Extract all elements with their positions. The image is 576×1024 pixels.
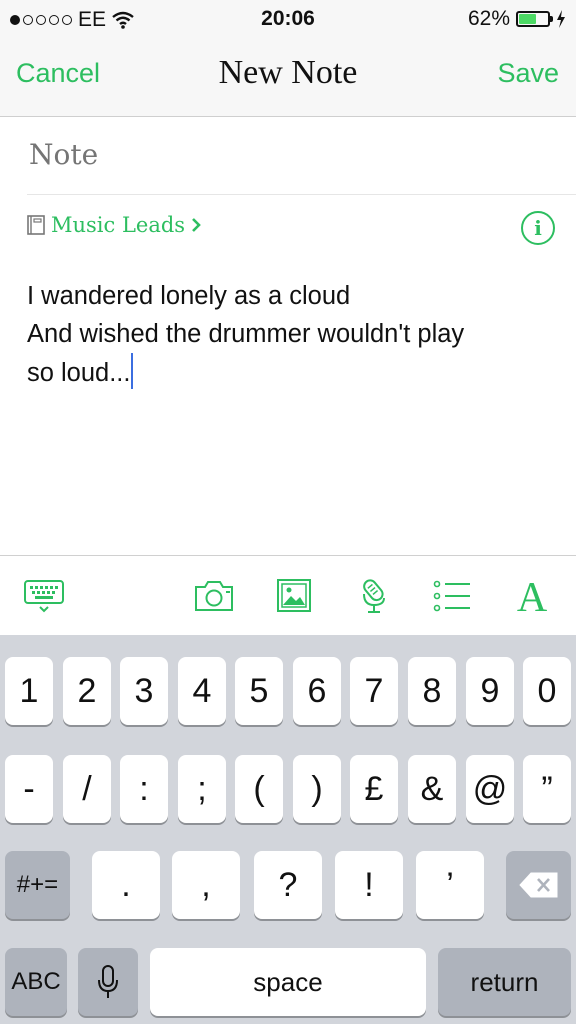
key[interactable]: ): [293, 755, 341, 823]
key[interactable]: !: [335, 851, 403, 919]
list-icon[interactable]: [432, 578, 472, 614]
battery-indicator: 62%: [468, 7, 566, 31]
key[interactable]: ,: [172, 851, 240, 919]
key[interactable]: .: [92, 851, 160, 919]
key[interactable]: (: [235, 755, 283, 823]
camera-icon[interactable]: [194, 578, 234, 614]
audio-icon[interactable]: [354, 578, 394, 614]
battery-icon: [516, 11, 553, 27]
body-line: so loud...: [27, 359, 131, 387]
delete-key[interactable]: [506, 851, 571, 919]
space-key[interactable]: space: [150, 948, 426, 1016]
note-title-input[interactable]: [27, 137, 551, 172]
key[interactable]: 1: [5, 657, 53, 725]
key[interactable]: 4: [178, 657, 226, 725]
text-caret: [131, 353, 134, 389]
info-icon[interactable]: i: [521, 211, 555, 245]
key[interactable]: 3: [120, 657, 168, 725]
divider: [27, 194, 576, 195]
key[interactable]: 0: [523, 657, 571, 725]
keyboard-hide-icon[interactable]: [24, 578, 64, 614]
image-icon[interactable]: [274, 578, 314, 614]
keyboard: 1 2 3 4 5 6 7 8 9 0 - / : ; ( ) £ & @ ” …: [0, 635, 576, 1024]
text-format-icon[interactable]: A: [512, 578, 552, 614]
backspace-icon: [518, 872, 557, 898]
battery-percent: 62%: [467, 7, 510, 30]
body-line-with-caret: so loud...: [27, 353, 547, 392]
formatting-toolbar: A: [0, 555, 576, 636]
key[interactable]: 2: [63, 657, 111, 725]
key[interactable]: 8: [408, 657, 456, 725]
note-editor: Music Leads i I wandered lonely as a clo…: [0, 117, 576, 555]
return-key[interactable]: return: [438, 948, 571, 1016]
symbols-key[interactable]: #+=: [5, 851, 70, 919]
key[interactable]: ?: [254, 851, 322, 919]
key[interactable]: 7: [350, 657, 398, 725]
navigation-bar: Cancel New Note Save: [0, 40, 576, 117]
text-format-glyph: A: [517, 578, 548, 614]
status-bar: EE 20:06 62%: [0, 0, 576, 40]
chevron-right-icon: [192, 218, 201, 232]
key[interactable]: :: [120, 755, 168, 823]
key[interactable]: /: [63, 755, 111, 823]
note-body[interactable]: I wandered lonely as a cloud And wished …: [27, 277, 547, 392]
key[interactable]: £: [350, 755, 398, 823]
key[interactable]: -: [5, 755, 53, 823]
microphone-icon: [98, 965, 118, 998]
notebook-label: Music Leads: [51, 213, 186, 237]
notebook-icon: [27, 215, 45, 235]
key[interactable]: 5: [235, 657, 283, 725]
body-line: I wandered lonely as a cloud: [27, 282, 351, 310]
key[interactable]: &: [408, 755, 456, 823]
abc-key[interactable]: ABC: [5, 948, 67, 1016]
key[interactable]: 6: [293, 657, 341, 725]
notebook-selector[interactable]: Music Leads: [27, 213, 201, 237]
dictation-key[interactable]: [78, 948, 138, 1016]
charging-icon: [557, 10, 565, 28]
key[interactable]: 9: [466, 657, 514, 725]
body-line: And wished the drummer wouldn't play: [27, 320, 465, 348]
save-button[interactable]: Save: [497, 58, 559, 89]
key[interactable]: @: [466, 755, 514, 823]
key[interactable]: ”: [523, 755, 571, 823]
key[interactable]: ;: [178, 755, 226, 823]
page-title: New Note: [218, 54, 358, 91]
key[interactable]: ’: [416, 851, 484, 919]
